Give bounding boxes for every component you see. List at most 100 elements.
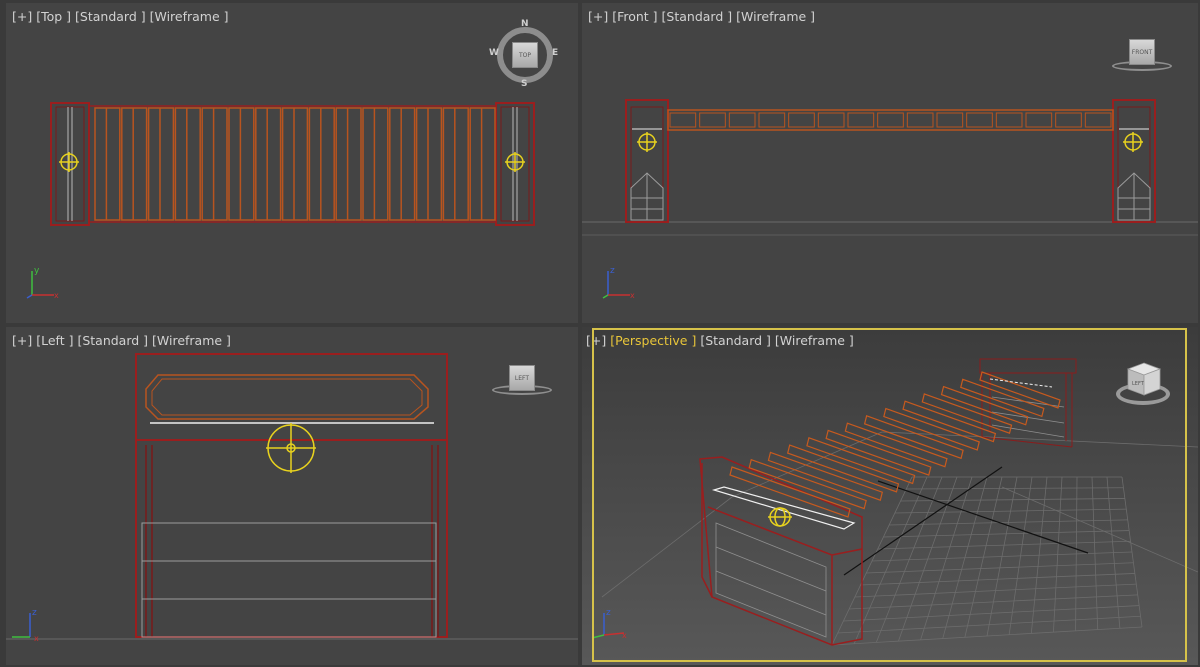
viewcube-face[interactable]: FRONT bbox=[1129, 39, 1155, 65]
axis-z-label: z bbox=[606, 608, 611, 618]
viewport-top[interactable]: [+] [Top ] [Standard ] [Wireframe ] TOP … bbox=[6, 3, 578, 323]
grid-line bbox=[1001, 486, 1198, 573]
front-slats bbox=[669, 112, 1112, 128]
axis-tripod-perspective: z x bbox=[591, 608, 627, 640]
slat bbox=[825, 429, 932, 476]
viewport-menu-button[interactable]: [+] bbox=[12, 9, 32, 24]
view-point-menu[interactable]: [Top ] bbox=[36, 9, 71, 24]
viewport-menu-button[interactable]: [+] bbox=[12, 333, 32, 348]
compass-east: E bbox=[552, 48, 559, 58]
viewport-left[interactable]: [+] [Left ] [Standard ] [Wireframe ] LEF… bbox=[6, 327, 578, 665]
slat bbox=[863, 415, 964, 460]
home-grid bbox=[601, 431, 1198, 646]
compass-south: S bbox=[521, 79, 528, 89]
view-point-menu[interactable]: [Left ] bbox=[36, 333, 73, 348]
perspective-view-geometry bbox=[601, 358, 1198, 646]
slat bbox=[844, 422, 948, 468]
slat bbox=[255, 107, 282, 221]
slat bbox=[469, 107, 496, 221]
slat bbox=[786, 444, 900, 493]
display-mode-menu[interactable]: [Wireframe ] bbox=[152, 333, 231, 348]
slat bbox=[767, 451, 884, 502]
slat bbox=[847, 112, 875, 128]
display-mode-menu[interactable]: [Wireframe ] bbox=[150, 9, 229, 24]
viewcube-front[interactable]: FRONT bbox=[1110, 37, 1174, 77]
viewcube-top[interactable]: TOP N S E W bbox=[489, 19, 559, 89]
top-slats bbox=[94, 107, 496, 221]
viewport-perspective[interactable]: [+] [Perspective ] [Standard ] [Wirefram… bbox=[582, 327, 1198, 665]
display-mode-menu[interactable]: [Wireframe ] bbox=[736, 9, 815, 24]
slat bbox=[728, 112, 756, 128]
compass-west: W bbox=[489, 48, 499, 58]
axis-x-label: x bbox=[630, 291, 635, 300]
viewport-front-label: [+] [Front ] [Standard ] [Wireframe ] bbox=[588, 9, 815, 24]
grid-line bbox=[871, 551, 1133, 562]
slat bbox=[669, 112, 697, 128]
slat bbox=[174, 107, 201, 221]
compass-north: N bbox=[521, 19, 529, 29]
pivot-gizmo bbox=[266, 423, 316, 473]
front-view-geometry bbox=[582, 99, 1198, 236]
slat bbox=[308, 107, 335, 221]
viewport-front[interactable]: [+] [Front ] [Standard ] [Wireframe ] FR… bbox=[582, 3, 1198, 323]
slat bbox=[817, 112, 845, 128]
axis-x-label: x bbox=[622, 631, 627, 640]
slat bbox=[1055, 112, 1082, 128]
slat bbox=[147, 107, 175, 221]
pivot-gizmo-right bbox=[1123, 132, 1143, 152]
grid-line bbox=[601, 496, 733, 598]
axis-tripod-left: z x bbox=[12, 608, 39, 643]
view-point-menu[interactable]: [Front ] bbox=[612, 9, 657, 24]
viewport-menu-button[interactable]: [+] bbox=[586, 333, 606, 348]
slat bbox=[877, 112, 904, 128]
pivot-gizmo-right bbox=[505, 152, 525, 172]
viewcube-left[interactable]: LEFT bbox=[490, 361, 554, 401]
axis-x-label: x bbox=[34, 634, 39, 643]
view-point-menu[interactable]: [Perspective ] bbox=[610, 333, 696, 348]
viewport-menu-button[interactable]: [+] bbox=[588, 9, 608, 24]
display-mode-menu[interactable]: [Wireframe ] bbox=[775, 333, 854, 348]
slat bbox=[362, 107, 389, 221]
axis-tripod-front: z x bbox=[602, 266, 635, 300]
viewcube-face[interactable]: LEFT bbox=[509, 365, 535, 391]
viewcube-perspective[interactable]: LEFT bbox=[1114, 357, 1174, 411]
pivot-gizmo-left bbox=[637, 132, 657, 152]
slat bbox=[806, 436, 916, 485]
shading-menu[interactable]: [Standard ] bbox=[77, 333, 148, 348]
slat bbox=[442, 107, 469, 221]
axis-tripod-top: y x bbox=[26, 266, 59, 300]
perspective-slats bbox=[729, 371, 1061, 518]
slat bbox=[936, 112, 964, 128]
slat bbox=[415, 107, 443, 221]
slat bbox=[1084, 112, 1112, 128]
axis-x-label: x bbox=[54, 291, 59, 300]
slat bbox=[966, 112, 993, 128]
pivot-gizmo-left bbox=[59, 152, 79, 172]
viewport-perspective-label: [+] [Perspective ] [Standard ] [Wirefram… bbox=[586, 333, 854, 348]
viewcube-face[interactable]: LEFT bbox=[1124, 359, 1164, 399]
slat bbox=[995, 112, 1023, 128]
slat bbox=[1025, 112, 1053, 128]
axis-y-label: y bbox=[34, 266, 40, 276]
slat bbox=[748, 458, 867, 510]
slat bbox=[335, 107, 362, 221]
pivot-gizmo bbox=[768, 507, 792, 527]
axis-z-label: z bbox=[610, 266, 615, 276]
shading-menu[interactable]: [Standard ] bbox=[75, 9, 146, 24]
grid-line bbox=[881, 431, 1198, 448]
slat bbox=[699, 112, 726, 128]
viewport-top-label: [+] [Top ] [Standard ] [Wireframe ] bbox=[12, 9, 229, 24]
axis-z-label: z bbox=[32, 608, 37, 618]
slat bbox=[201, 107, 228, 221]
viewport-left-label: [+] [Left ] [Standard ] [Wireframe ] bbox=[12, 333, 231, 348]
viewcube-face-label: LEFT bbox=[1132, 381, 1145, 387]
slat bbox=[94, 107, 121, 221]
slat bbox=[228, 107, 255, 221]
slat bbox=[121, 107, 148, 221]
shading-menu[interactable]: [Standard ] bbox=[700, 333, 771, 348]
slat bbox=[389, 107, 416, 221]
slat bbox=[906, 112, 934, 128]
shading-menu[interactable]: [Standard ] bbox=[662, 9, 733, 24]
viewcube-face[interactable]: TOP bbox=[512, 42, 538, 68]
slat bbox=[281, 107, 309, 221]
